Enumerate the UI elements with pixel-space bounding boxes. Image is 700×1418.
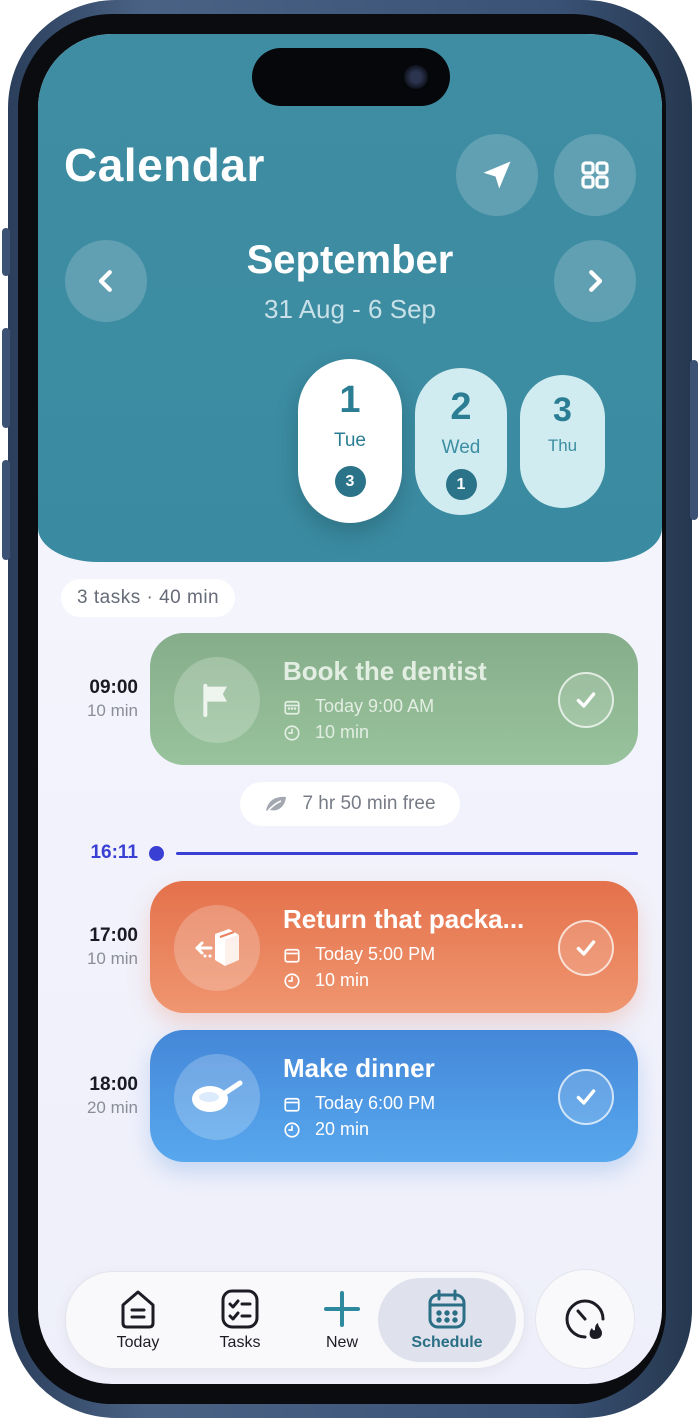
day-name: Thu: [547, 436, 578, 455]
task-title: Return that packa...: [283, 904, 525, 934]
task-duration: 10 min: [86, 701, 138, 720]
task-length-row: 20 min: [283, 1119, 369, 1140]
task-duration: 20 min: [86, 1098, 138, 1117]
current-time-dot: [149, 846, 164, 861]
task-count-badge: 3: [334, 466, 366, 497]
checkmark-icon: [576, 1089, 596, 1105]
screen: Calendar September 31 Aug - 6 Sep 1 Tue …: [38, 34, 662, 1384]
task-length-row: 10 min: [283, 970, 369, 991]
tab-today[interactable]: Today: [92, 1272, 184, 1368]
complete-task-button[interactable]: [558, 920, 614, 976]
day-name: Wed: [441, 437, 481, 458]
power-button: [690, 360, 698, 520]
task-date-row: Today 6:00 PM: [283, 1093, 435, 1114]
current-time: 16:11: [90, 842, 138, 863]
day-tuesday[interactable]: 1 Tue 3: [298, 359, 402, 523]
calendar-small-icon: [284, 948, 300, 963]
timer-flame-icon: [565, 1299, 605, 1339]
complete-task-button[interactable]: [558, 1069, 614, 1125]
dynamic-island: [252, 48, 450, 106]
tab-label: Tasks: [219, 1334, 261, 1351]
task-date-row: Today 9:00 AM: [283, 696, 434, 717]
clock-icon: [284, 972, 300, 989]
task-icon-container: [174, 1054, 260, 1140]
task-time: 18:00 20 min: [66, 1074, 138, 1118]
calendar-small-icon: [284, 1097, 300, 1112]
task-date: Today 5:00 PM: [315, 944, 436, 964]
task-duration: 10 min: [86, 949, 138, 968]
task-date-row: Today 5:00 PM: [283, 944, 435, 965]
current-time-line: [176, 852, 638, 855]
day-wednesday[interactable]: 2 Wed 1: [415, 368, 507, 515]
task-card-make-dinner[interactable]: Make dinner Today 6:00 PM 20 min: [150, 1030, 638, 1162]
month-label: September: [246, 238, 454, 282]
task-start-time: 09:00: [89, 677, 138, 698]
task-summary: 3 tasks · 40 min: [61, 579, 236, 617]
day-name: Tue: [333, 430, 367, 451]
home-icon: [121, 1290, 155, 1329]
task-count-badge: 1: [445, 469, 477, 500]
focus-timer-button[interactable]: [535, 1269, 635, 1369]
clock-icon: [284, 1121, 300, 1138]
volume-up-button: [2, 328, 10, 428]
calendar-header: Calendar September 31 Aug - 6 Sep 1 Tue …: [38, 34, 662, 562]
task-start-time: 18:00: [89, 1074, 138, 1095]
frying-pan-icon: [192, 1080, 243, 1112]
location-arrow-icon: [483, 161, 511, 189]
location-button[interactable]: [456, 134, 538, 216]
leaf-icon: [266, 796, 287, 813]
plus-icon: [324, 1291, 360, 1327]
task-date: Today 9:00 AM: [315, 696, 435, 716]
flag-icon: [203, 683, 227, 717]
task-time: 17:00 10 min: [66, 925, 138, 969]
task-date: Today 6:00 PM: [315, 1093, 436, 1113]
complete-task-button[interactable]: [558, 672, 614, 728]
task-start-time: 17:00: [89, 925, 138, 946]
checklist-icon: [221, 1289, 259, 1329]
volume-down-button: [2, 460, 10, 560]
grid-icon: [581, 161, 609, 189]
checkmark-icon: [576, 692, 596, 708]
task-card-dentist[interactable]: Book the dentist Today 9:00 AM 10 min: [150, 633, 638, 765]
tab-bar: Today Tasks New Schedule: [65, 1271, 525, 1369]
calendar-icon: [428, 1289, 466, 1329]
task-title: Book the dentist: [283, 656, 487, 686]
page-title: Calendar: [64, 139, 265, 191]
day-number: 1: [339, 379, 361, 421]
task-length: 10 min: [315, 722, 370, 742]
checkmark-icon: [576, 940, 596, 956]
task-length: 20 min: [315, 1119, 370, 1139]
week-range: 31 Aug - 6 Sep: [263, 294, 437, 324]
package-return-icon: [195, 929, 239, 966]
tab-label: New: [325, 1334, 358, 1351]
tab-schedule[interactable]: Schedule: [378, 1278, 516, 1362]
task-length: 10 min: [315, 970, 370, 990]
day-number: 2: [450, 386, 472, 428]
calendar-small-icon: [284, 700, 300, 715]
task-title: Make dinner: [283, 1053, 435, 1083]
day-thursday[interactable]: 3 Thu: [520, 375, 605, 508]
tab-tasks[interactable]: Tasks: [194, 1272, 286, 1368]
tab-label: Schedule: [411, 1334, 483, 1351]
free-time-label: 7 hr 50 min free: [302, 793, 436, 814]
clock-icon: [284, 724, 300, 741]
task-length-row: 10 min: [283, 722, 369, 743]
task-icon-container: [174, 657, 260, 743]
action-button: [2, 228, 10, 276]
camera-icon: [404, 65, 428, 89]
tab-new[interactable]: New: [296, 1272, 388, 1368]
free-time-pill: 7 hr 50 min free: [240, 782, 460, 826]
tab-label: Today: [116, 1334, 160, 1351]
grid-view-button[interactable]: [554, 134, 636, 216]
task-time: 09:00 10 min: [66, 677, 138, 721]
task-card-return-package[interactable]: Return that packa... Today 5:00 PM 10 mi…: [150, 881, 638, 1013]
day-number: 3: [553, 391, 572, 429]
task-icon-container: [174, 905, 260, 991]
